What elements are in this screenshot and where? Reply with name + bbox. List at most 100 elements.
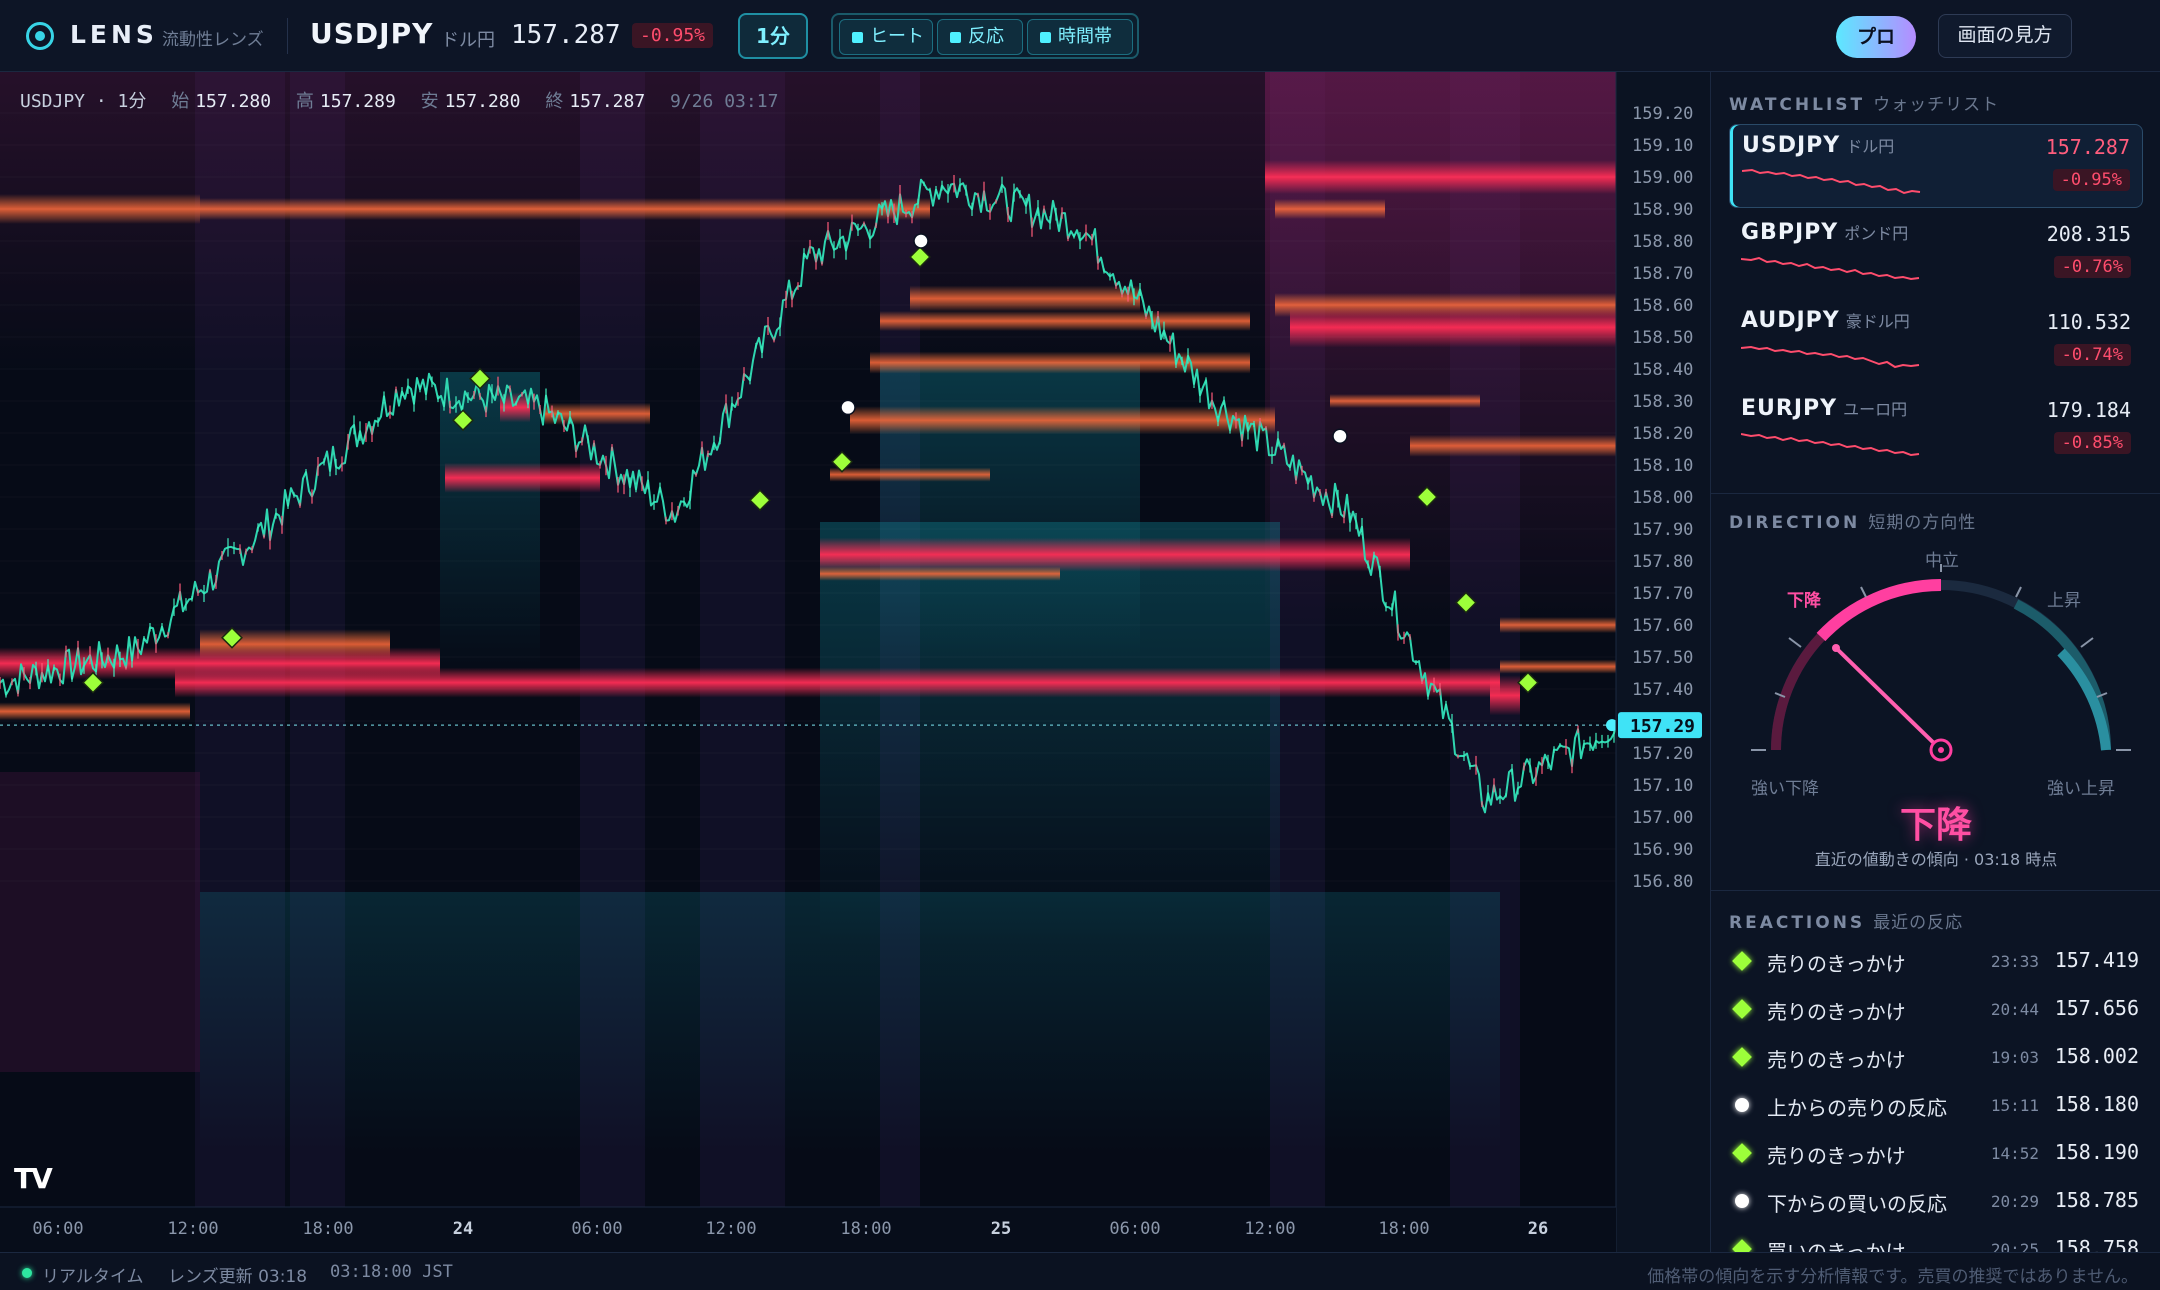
watchlist-name: ポンド円 [1844, 224, 1909, 243]
price-axis-label: 157.60 [1632, 616, 1693, 636]
ohlc-close: 157.287 [569, 91, 646, 112]
ohlc-datetime: 9/26 03:17 [670, 91, 779, 112]
watchlist-name: 豪ドル円 [1845, 312, 1910, 331]
pro-button[interactable]: プロ [1836, 16, 1916, 58]
reaction-row[interactable]: 下からの買いの反応 20:29 158.785 [1729, 1182, 2143, 1222]
reactions-title: REACTIONS 最近の反応 [1729, 908, 1963, 933]
toggle-heat[interactable]: ヒート [839, 19, 933, 55]
reaction-row[interactable]: 売りのきっかけ 14:52 158.190 [1729, 1134, 2143, 1174]
price-axis-label: 157.00 [1632, 808, 1693, 828]
ohlc-open: 157.280 [195, 91, 272, 112]
watchlist-price: 157.287 [2045, 135, 2130, 159]
watchlist-name: ユーロ円 [1843, 400, 1908, 419]
price-axis-label: 157.10 [1632, 776, 1693, 796]
liquidity-band [0, 702, 190, 721]
reaction-label: 買いのきっかけ [1767, 1240, 1906, 1252]
price-chart[interactable]: 159.20 159.10 159.00 158.90 158.80 158.70 158.… [0, 72, 1710, 1252]
reaction-row[interactable]: 売りのきっかけ 19:03 158.002 [1729, 1038, 2143, 1078]
status-disclaimer: 価格帯の傾向を示す分析情報です。売買の推奨ではありません。 [1647, 1267, 2138, 1287]
liquidity-band [830, 467, 990, 482]
watchlist-item-audjpy[interactable]: AUDJPY 豪ドル円 110.532 -0.74% [1729, 300, 2143, 384]
watchlist-change: -0.74% [2053, 344, 2131, 366]
liquidity-band [1490, 675, 1520, 716]
reaction-circle-icon [1735, 1194, 1749, 1208]
price-axis-label: 157.50 [1632, 648, 1693, 668]
brand-subtitle: 流動性レンズ [162, 30, 264, 50]
toggle-reaction[interactable]: 反応 [937, 19, 1023, 55]
current-price-tag-label: 157.29 [1630, 716, 1695, 737]
price-axis-label: 158.40 [1632, 360, 1693, 380]
reaction-time: 20:44 [1990, 1000, 2039, 1019]
gauge-label-neutral: 中立 [1925, 551, 1959, 571]
watchlist-price: 179.184 [2046, 398, 2131, 422]
reaction-diamond-icon [1517, 671, 1539, 694]
ohlc-high: 157.289 [319, 91, 396, 112]
panel-divider [1711, 890, 2160, 891]
watchlist-change: -0.85% [2053, 432, 2131, 454]
price-axis-label: 157.20 [1632, 744, 1693, 764]
price-axis-label: 159.00 [1632, 168, 1693, 188]
liquidity-band [175, 667, 1500, 698]
reaction-price: 157.419 [2054, 948, 2139, 972]
reaction-diamond-icon [1732, 999, 1752, 1019]
brand-name: LENS [70, 20, 158, 49]
watchlist-item-usdjpy[interactable]: USDJPY ドル円 157.287 -0.95% [1729, 124, 2143, 208]
watchlist-symbol: EURJPY [1741, 396, 1838, 421]
liquidity-band [880, 311, 1250, 331]
ohlc-low-label: 安 [420, 91, 439, 112]
watchlist-item-eurjpy[interactable]: EURJPY ユーロ円 179.184 -0.85% [1729, 388, 2143, 472]
overlay-toggle-group: ヒート 反応 時間帯 [831, 13, 1139, 59]
time-axis-label: 12:00 [167, 1219, 218, 1239]
liquidity-band [820, 566, 1060, 581]
watchlist-change: -0.76% [2053, 256, 2131, 278]
time-axis-label: 25 [991, 1219, 1011, 1239]
time-axis-label: 24 [453, 1219, 473, 1239]
symbol-change-badge: -0.95% [632, 23, 714, 48]
toggle-session[interactable]: 時間帯 [1027, 19, 1133, 55]
reaction-row[interactable]: 売りのきっかけ 23:33 157.419 [1729, 942, 2143, 982]
watchlist-item-gbpjpy[interactable]: GBPJPY ポンド円 208.315 -0.76% [1729, 212, 2143, 296]
ohlc-readout: USDJPY · 1分 始 157.280 高 157.289 安 157.280 終… [20, 87, 778, 113]
reaction-label: 下からの買いの反応 [1767, 1192, 1947, 1216]
reaction-row[interactable]: 売りのきっかけ 20:44 157.656 [1729, 990, 2143, 1030]
reaction-diamond-icon [1732, 1143, 1752, 1163]
ohlc-low: 157.280 [444, 91, 521, 112]
watchlist-price: 208.315 [2046, 222, 2131, 246]
price-axis-label: 159.10 [1632, 136, 1693, 156]
watchlist-title: WATCHLIST ウォッチリスト [1729, 90, 1999, 115]
reaction-row[interactable]: 上からの売りの反応 15:11 158.180 [1729, 1086, 2143, 1126]
liquidity-band [910, 285, 1140, 312]
ohlc-title: USDJPY · 1分 [20, 91, 147, 112]
liquidity-band [445, 462, 600, 493]
symbol-price: 157.287 [511, 20, 621, 50]
right-panel: WATCHLIST ウォッチリスト USDJPY ドル円 157.287 -0.95… [1710, 72, 2160, 1252]
gauge-label-down: 下降 [1787, 591, 1821, 611]
watchlist-title-jp: ウォッチリスト [1873, 95, 2000, 115]
reaction-circle-icon [913, 233, 929, 249]
liquidity-band [1290, 307, 1616, 348]
reaction-row[interactable]: 買いのきっかけ 20:25 158.758 [1729, 1230, 2143, 1252]
ohlc-close-label: 終 [545, 91, 564, 112]
howto-button[interactable]: 画面の見方 [1938, 14, 2072, 58]
reaction-circle-icon [840, 399, 856, 416]
time-axis-label: 18:00 [840, 1219, 891, 1239]
chart-canvas[interactable]: 159.20 159.10 159.00 158.90 158.80 158.70 158.… [0, 72, 1710, 1252]
reactions-list: 売りのきっかけ 23:33 157.419 売りのきっかけ 20:44 157.… [1711, 942, 2160, 1252]
reaction-label: 売りのきっかけ [1767, 952, 1906, 976]
reaction-time: 14:52 [1990, 1144, 2039, 1163]
price-axis-label: 158.80 [1632, 232, 1693, 252]
reaction-price: 158.190 [2054, 1140, 2139, 1164]
liquidity-band [820, 537, 1410, 572]
time-axis-label: 18:00 [1378, 1219, 1429, 1239]
live-indicator-icon [22, 1268, 32, 1278]
time-axis [0, 1207, 1616, 1252]
watchlist-title-en: WATCHLIST [1729, 95, 1866, 115]
tradingview-logo[interactable]: TV [14, 1162, 53, 1195]
reaction-time: 19:03 [1990, 1048, 2039, 1067]
price-axis-label: 157.70 [1632, 584, 1693, 604]
timeframe-button[interactable]: 1分 [738, 13, 808, 59]
reaction-time: 20:25 [1990, 1240, 2039, 1252]
watchlist-sparkline [1742, 168, 1921, 195]
header-divider [287, 18, 288, 54]
watchlist-price: 110.532 [2046, 310, 2131, 334]
